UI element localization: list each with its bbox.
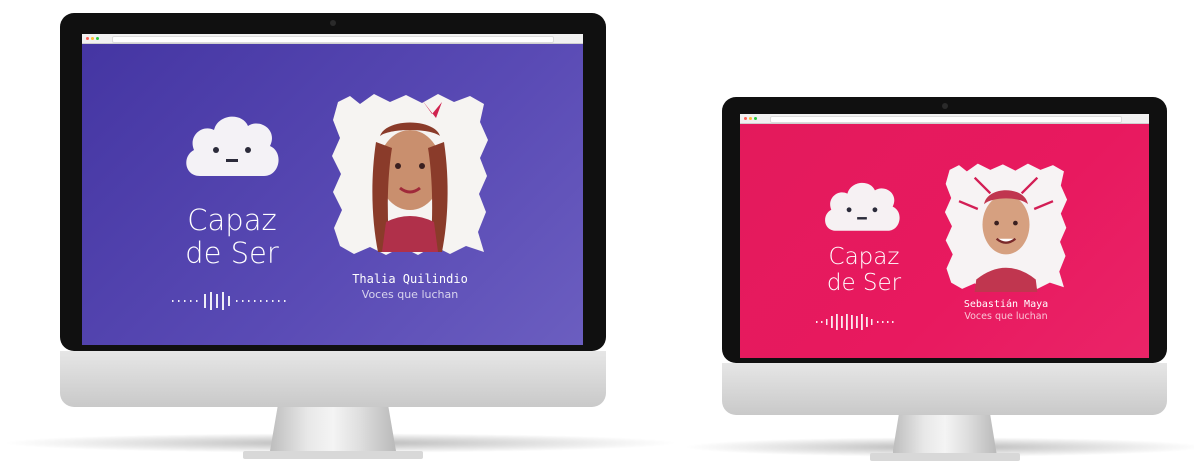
cloud-face-icon [825,182,900,231]
imac-bezel: Capaz de Ser [60,13,606,351]
maximize-dot-icon[interactable] [96,37,99,40]
guest-portrait-illustration [944,163,1068,292]
imac-chin [60,351,606,407]
title-line-2: de Ser [185,236,279,271]
guest-name: Thalia Quilindio [352,272,468,286]
imac-stand [892,415,997,453]
imac-base [243,451,423,459]
imac-base [869,453,1020,461]
title-line-1: Capaz [187,203,277,237]
guest-caption: Thalia Quilindio Voces que luchan [330,272,490,301]
close-dot-icon[interactable] [744,117,747,120]
cloud-face-icon [186,116,279,176]
imac-chin [722,363,1167,415]
episode-title: Voces que luchan [964,311,1048,322]
guest-name: Sebastián Maya [963,299,1049,310]
imac-mockup-right: Capaz de Ser Sebastián Maya Voces que lu… [682,97,1194,463]
address-bar[interactable] [112,36,554,43]
podcast-title: Capaz de Ser [814,244,914,297]
browser-toolbar [82,34,583,44]
audio-waveform-icon [172,292,286,310]
minimize-dot-icon[interactable] [749,117,752,120]
close-dot-icon[interactable] [86,37,89,40]
imac-stand [270,407,396,451]
camera-icon [330,20,336,26]
imac-bezel: Capaz de Ser [722,97,1167,363]
guest-caption: Sebastián Maya Voces que luchan [936,299,1076,322]
browser-toolbar [740,114,1149,124]
imac-mockup-left: Capaz de Ser Thalia Quilindio Voces que … [0,13,680,463]
minimize-dot-icon[interactable] [91,37,94,40]
title-line-2: de Ser [826,270,902,297]
guest-portrait-illustration [332,94,488,255]
episode-title: Voces que luchan [361,288,459,301]
maximize-dot-icon[interactable] [754,117,757,120]
address-bar[interactable] [770,116,1122,123]
podcast-title: Capaz de Ser [170,203,294,271]
title-line-1: Capaz [828,244,900,270]
screen-left: Capaz de Ser Thalia Quilindio Voces que … [82,34,583,345]
screen-right: Capaz de Ser Sebastián Maya Voces que lu… [740,114,1149,358]
audio-waveform-icon [816,314,894,330]
camera-icon [941,103,948,109]
